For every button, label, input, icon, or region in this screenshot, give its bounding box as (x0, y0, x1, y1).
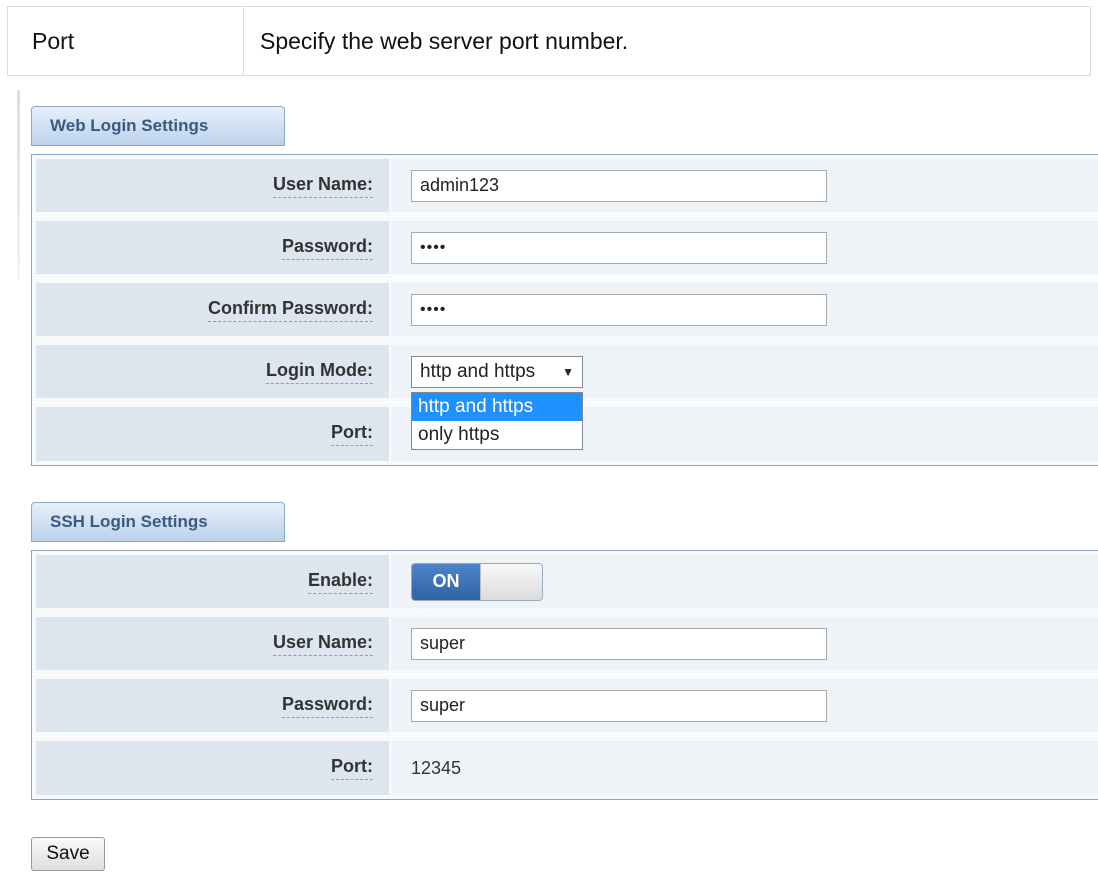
label-cell: Login Mode: (36, 345, 389, 398)
field-cell (391, 617, 1098, 670)
login-mode-label: Login Mode: (266, 360, 373, 384)
row-ssh-user-name: User Name: (32, 613, 1098, 675)
web-confirm-password-input[interactable] (411, 293, 827, 326)
ssh-enable-toggle[interactable]: ON (411, 562, 543, 601)
ssh-port-value: 12345 (411, 757, 462, 778)
ssh-login-panel: Enable: ON User Name: Password: Port: 12… (31, 550, 1098, 800)
ssh-password-label: Password: (281, 694, 373, 718)
doc-description: Specify the web server port number. (260, 27, 629, 54)
web-login-panel: User Name: Password: Confirm Password: L… (31, 154, 1098, 466)
field-cell (391, 283, 1098, 336)
label-cell: Enable: (36, 555, 389, 608)
web-password-label: Password: (281, 236, 373, 260)
accent-line (17, 90, 20, 280)
label-cell: Password: (36, 221, 389, 274)
login-mode-selected-value: http and https (420, 360, 536, 382)
ssh-user-name-input[interactable] (411, 627, 827, 660)
row-web-user-name: User Name: (32, 155, 1098, 217)
field-cell: 12345 (391, 741, 1098, 795)
web-user-name-label: User Name: (272, 174, 373, 198)
login-mode-option[interactable]: only https (412, 421, 582, 449)
row-web-password: Password: (32, 217, 1098, 279)
row-ssh-port: Port: 12345 (32, 737, 1098, 799)
field-cell: ON (391, 555, 1098, 608)
ssh-port-label: Port: (331, 756, 373, 780)
field-cell (391, 159, 1098, 212)
toggle-on-label: ON (412, 563, 480, 600)
web-confirm-password-label: Confirm Password: (207, 298, 373, 322)
label-cell: User Name: (36, 159, 389, 212)
ssh-enable-label: Enable: (307, 570, 373, 594)
login-mode-select[interactable]: http and https ▼ (411, 355, 583, 388)
row-ssh-enable: Enable: ON (32, 551, 1098, 613)
label-cell: Port: (36, 741, 389, 795)
toggle-knob (480, 563, 542, 600)
label-cell: User Name: (36, 617, 389, 670)
ssh-password-input[interactable] (411, 689, 827, 722)
web-port-label: Port: (331, 422, 373, 446)
ssh-user-name-label: User Name: (272, 632, 373, 656)
chevron-down-icon: ▼ (562, 364, 574, 379)
login-mode-option[interactable]: http and https (412, 393, 582, 421)
field-cell (391, 679, 1098, 732)
web-user-name-input[interactable] (411, 169, 827, 202)
save-button[interactable]: Save (31, 837, 105, 871)
row-login-mode: Login Mode: http and https ▼ http and ht… (32, 341, 1098, 450)
ssh-login-tab[interactable]: SSH Login Settings (31, 502, 285, 542)
field-cell: http and https ▼ http and https only htt… (391, 345, 1098, 450)
field-cell (391, 221, 1098, 274)
row-web-confirm-password: Confirm Password: (32, 279, 1098, 341)
row-ssh-password: Password: (32, 675, 1098, 737)
login-mode-dropdown: http and https only https (411, 392, 583, 450)
web-password-input[interactable] (411, 231, 827, 264)
label-cell: Password: (36, 679, 389, 732)
label-cell: Port: (36, 407, 389, 461)
doc-key: Port (8, 7, 244, 75)
web-login-tab[interactable]: Web Login Settings (31, 106, 285, 146)
label-cell: Confirm Password: (36, 283, 389, 336)
doc-table: Port Specify the web server port number. (7, 6, 1091, 76)
